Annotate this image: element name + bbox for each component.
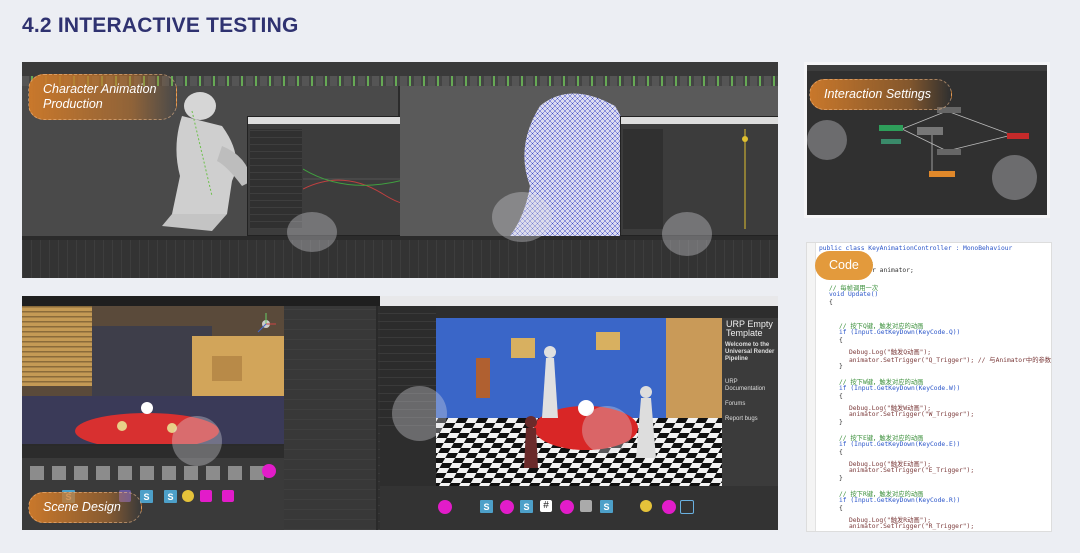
graph-editor-window[interactable] [247, 116, 424, 236]
light-icon[interactable] [640, 500, 652, 512]
line-gutter [807, 243, 816, 531]
code-line: if (Input.GetKeyDown(KeyCode.W)) [839, 385, 961, 392]
code-line: { [839, 337, 843, 344]
light-icon[interactable] [182, 490, 194, 502]
cube-icon[interactable] [680, 500, 694, 514]
material-icon[interactable] [222, 490, 234, 502]
code-line: animator.SetTrigger("Q_Trigger"); // 与An… [849, 357, 1052, 364]
script-icon[interactable]: S [164, 490, 177, 503]
any-state[interactable] [929, 171, 955, 177]
urp-heading: URP Empty Template [726, 319, 773, 338]
material-icon[interactable] [662, 500, 676, 514]
code-line: { [839, 505, 843, 512]
axis-gizmo-icon [257, 313, 276, 333]
urp-report-link[interactable]: Report bugs [722, 408, 778, 423]
interaction-panel: Interaction Settings [804, 62, 1050, 218]
urp-welcome: Welcome to the Universal Render Pipeline [725, 342, 775, 362]
code-line: { [839, 449, 843, 456]
hash-icon[interactable]: # [540, 500, 552, 512]
script-icon[interactable]: S [600, 500, 613, 513]
entry-state[interactable] [879, 125, 903, 131]
code-line: } [839, 475, 843, 482]
scene-view-kitchen[interactable] [22, 306, 284, 444]
interaction-label: Interaction Settings [809, 79, 953, 110]
code-line: if (Input.GetKeyDown(KeyCode.E)) [839, 441, 961, 448]
scene-gizmo[interactable] [254, 312, 278, 336]
material-icon[interactable] [438, 500, 452, 514]
code-line: { [839, 393, 843, 400]
code-line: void Update() [829, 291, 879, 298]
inspector-panel[interactable] [284, 306, 376, 530]
code-line: animator.SetTrigger("E_Trigger"); [849, 467, 975, 474]
animation-label: Character Animation Production [28, 74, 178, 120]
material-icon[interactable] [200, 490, 212, 502]
scene-view-dining[interactable] [436, 318, 722, 486]
code-line: } [839, 419, 843, 426]
exit-state[interactable] [1007, 133, 1029, 139]
code-editor-panel: public class KeyAnimationController : Mo… [806, 242, 1052, 532]
code-line: if (Input.GetKeyDown(KeyCode.R)) [839, 497, 961, 504]
urp-forums-link[interactable]: Forums [722, 393, 778, 408]
code-line: animator.SetTrigger("R_Trigger"); [849, 523, 975, 530]
code-label: Code [815, 251, 873, 280]
urp-docs-link[interactable]: URP Documentation [722, 363, 778, 393]
script-icon[interactable]: S [480, 500, 493, 513]
code-line: { [829, 299, 833, 306]
material-icon[interactable] [500, 500, 514, 514]
scene-panel: S S S [22, 296, 778, 530]
maya-timeline[interactable] [22, 240, 778, 278]
material-icon[interactable] [560, 500, 574, 514]
code-line: } [839, 363, 843, 370]
material-icon[interactable] [262, 464, 276, 478]
code-line: animator.SetTrigger("W_Trigger"); [849, 411, 975, 418]
page-title: 4.2 INTERACTIVE TESTING [22, 14, 299, 37]
urp-welcome-panel: URP Empty Template Welcome to the Univer… [722, 318, 778, 486]
script-icon[interactable]: S [520, 500, 533, 513]
script-icon[interactable]: S [140, 490, 153, 503]
scene-label: Scene Design [28, 492, 142, 523]
code-line: if (Input.GetKeyDown(KeyCode.Q)) [839, 329, 961, 336]
project-browser-right[interactable]: S S # S [380, 486, 778, 530]
animation-panel: Character Animation Production [22, 62, 778, 278]
